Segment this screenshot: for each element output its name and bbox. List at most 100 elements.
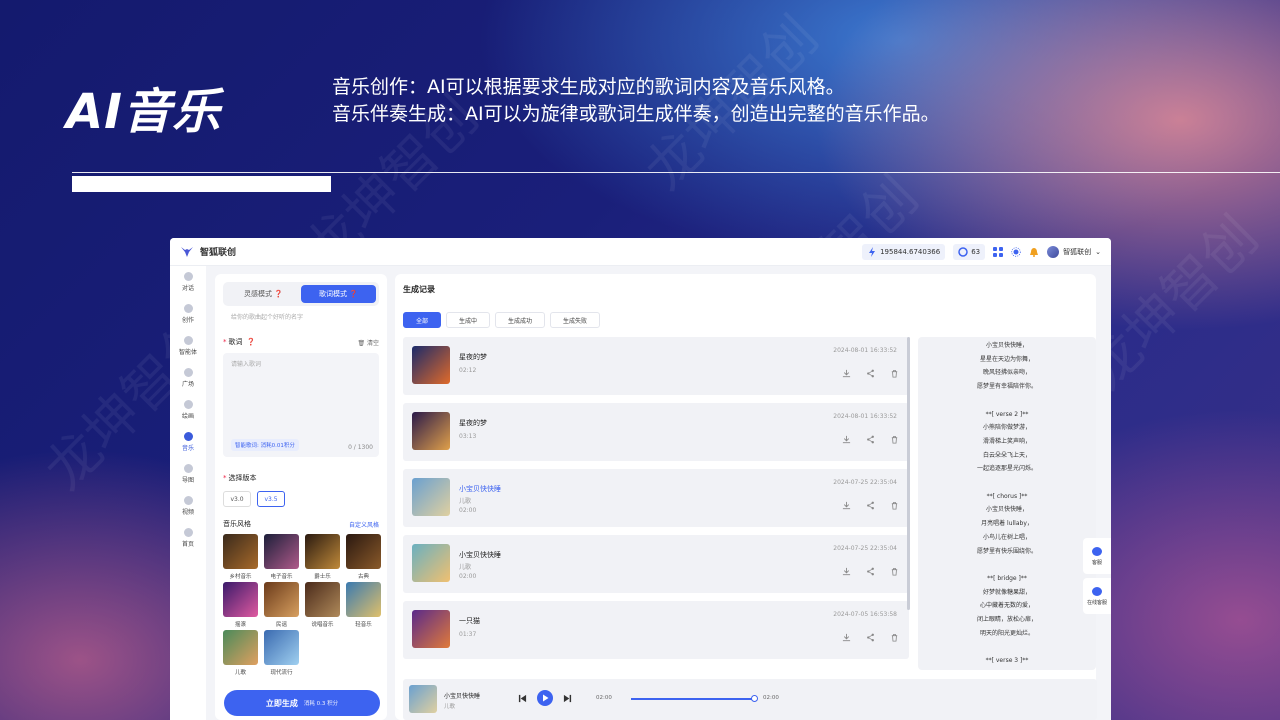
version-v30-button[interactable]: v3.0 xyxy=(223,491,251,507)
record-title: 小宝贝快快睡 xyxy=(459,485,501,493)
records-panel: 生成记录 全部 生成中 生成成功 生成失败 星夜的梦 02:12 2024-08-01 1… xyxy=(395,274,1097,720)
record-item[interactable]: 星夜的梦 03:13 2024-08-01 16:33:52 xyxy=(403,403,909,461)
share-icon[interactable] xyxy=(866,501,875,510)
online-service-button[interactable]: 在线客服 xyxy=(1083,578,1111,614)
sidebar-item-label: 广场 xyxy=(181,381,194,388)
custom-style-link[interactable]: 自定义风格 xyxy=(349,520,379,529)
lyric-line: **[ bridge ]** xyxy=(987,574,1027,582)
sidebar-item-4[interactable]: 绘画 xyxy=(170,394,206,426)
style-option[interactable]: 儿歌 xyxy=(223,630,258,676)
style-thumbnail xyxy=(223,534,258,569)
progress-bar[interactable] xyxy=(631,698,753,700)
record-duration: 01:37 xyxy=(459,631,477,638)
service-label: 客服 xyxy=(1091,559,1102,566)
help-icon: ❓ xyxy=(274,290,283,298)
trash-icon[interactable] xyxy=(890,633,899,642)
lyrics-display: 小宝贝快快睡， 星星在天边为你舞， 晚风轻拂似亲吻， 愿梦里有幸福陪伴你。 **[ v… xyxy=(918,337,1096,670)
sidebar-item-8[interactable]: 首页 xyxy=(170,522,206,554)
theme-sun-icon[interactable] xyxy=(1011,246,1021,257)
points-badge[interactable]: 195844.6740366 xyxy=(862,243,946,260)
sidebar-item-6[interactable]: 导图 xyxy=(170,458,206,490)
sidebar-item-7[interactable]: 视频 xyxy=(170,490,206,522)
download-icon[interactable] xyxy=(842,633,851,642)
tab-label: 灵感模式 xyxy=(244,290,273,298)
share-icon[interactable] xyxy=(866,567,875,576)
previous-icon[interactable] xyxy=(518,694,527,703)
style-label: 现代流行 xyxy=(270,670,293,676)
song-name-input[interactable]: 给你的歌曲起个好听的名字 xyxy=(231,312,379,321)
lyric-line: 滑滑梯上笑声响， xyxy=(982,437,1031,445)
filter-tab[interactable]: 生成成功 xyxy=(495,312,546,328)
grid-icon xyxy=(183,368,193,377)
download-icon[interactable] xyxy=(842,435,851,444)
user-name: 智狐联创 xyxy=(1063,247,1092,256)
sidebar-item-5[interactable]: 音乐 xyxy=(170,426,206,458)
lyric-line: 愿梦里有幸福陪伴你。 xyxy=(976,383,1037,391)
filter-tab[interactable]: 生成失败 xyxy=(550,312,601,328)
version-v35-button[interactable]: v3.5 xyxy=(257,491,285,507)
record-duration: 02:12 xyxy=(459,367,477,374)
filter-tab[interactable]: 全部 xyxy=(403,312,442,328)
style-label: 音乐风格 xyxy=(223,520,251,528)
style-label: 电子音乐 xyxy=(270,574,293,580)
style-option[interactable]: 古典 xyxy=(346,534,381,580)
share-icon[interactable] xyxy=(866,633,875,642)
share-icon[interactable] xyxy=(866,435,875,444)
download-icon[interactable] xyxy=(842,369,851,378)
record-item[interactable]: 星夜的梦 02:12 2024-08-01 16:33:52 xyxy=(403,337,909,395)
style-label: 乡村音乐 xyxy=(229,574,252,580)
record-item[interactable]: 小宝贝快快睡 儿歌 02:00 2024-07-25 22:35:04 xyxy=(403,469,909,527)
share-icon[interactable] xyxy=(866,369,875,378)
trash-icon[interactable] xyxy=(890,369,899,378)
generate-button[interactable]: 立即生成 消耗 0.3 积分 xyxy=(224,690,380,716)
avatar xyxy=(1047,245,1060,258)
record-list-scrollbar[interactable] xyxy=(907,337,910,610)
smart-lyrics-button[interactable]: 智能歌词: 消耗0.01积分 xyxy=(231,439,299,451)
app-name: 智狐联创 xyxy=(200,248,237,258)
trash-icon[interactable] xyxy=(890,435,899,444)
sidebar-item-0[interactable]: 对话 xyxy=(170,266,206,298)
trash-icon[interactable] xyxy=(890,567,899,576)
style-option[interactable]: 电子音乐 xyxy=(264,534,299,580)
generate-label: 立即生成 xyxy=(265,698,298,708)
clear-button[interactable]: 🗑 清空 xyxy=(357,338,379,347)
style-option[interactable]: 乡村音乐 xyxy=(223,534,258,580)
bell-icon[interactable] xyxy=(1029,247,1039,257)
style-option[interactable]: 轻音乐 xyxy=(346,582,381,628)
lyric-line: 明天的阳光更灿烂。 xyxy=(979,629,1034,637)
next-icon[interactable] xyxy=(563,694,572,703)
style-option[interactable]: 民谣 xyxy=(264,582,299,628)
sidebar-item-2[interactable]: 智能体 xyxy=(170,330,206,362)
lyrics-textarea[interactable]: 请输入歌词 智能歌词: 消耗0.01积分 0 / 1300 xyxy=(223,353,379,457)
filter-tab[interactable]: 生成中 xyxy=(446,312,491,328)
user-menu[interactable]: 智狐联创 ⌄ xyxy=(1047,245,1101,258)
style-option[interactable]: 说唱音乐 xyxy=(305,582,340,628)
lyric-line: **[ chorus ]** xyxy=(986,492,1028,500)
record-item[interactable]: 一只猫 01:37 2024-07-05 16:53:58 xyxy=(403,601,909,659)
record-item[interactable]: 小宝贝快快睡 儿歌 02:00 2024-07-25 22:35:04 xyxy=(403,535,909,593)
style-option[interactable]: 爵士乐 xyxy=(305,534,340,580)
coins-value: 63 xyxy=(971,247,981,256)
record-cover xyxy=(412,544,450,582)
sidebar-item-1[interactable]: 创作 xyxy=(170,298,206,330)
sidebar-item-3[interactable]: 广场 xyxy=(170,362,206,394)
style-option[interactable]: 现代流行 xyxy=(264,630,299,676)
download-icon[interactable] xyxy=(842,501,851,510)
apps-icon[interactable] xyxy=(993,246,1004,257)
tab-lyrics-mode[interactable]: 歌词模式 ❓ xyxy=(301,285,376,303)
hero-desc-line-2: 音乐伴奏生成：AI可以为旋律或歌词生成伴奏，创造出完整的音乐作品。 xyxy=(332,103,940,125)
coins-badge[interactable]: 63 xyxy=(953,243,986,260)
sidebar-item-label: 智能体 xyxy=(178,349,197,356)
trash-icon[interactable] xyxy=(890,501,899,510)
download-icon[interactable] xyxy=(842,567,851,576)
lyric-line xyxy=(918,558,1096,572)
record-time: 2024-07-25 22:35:04 xyxy=(833,479,897,486)
play-button[interactable] xyxy=(537,690,553,706)
service-button[interactable]: 客服 xyxy=(1083,538,1111,574)
tab-inspire-mode[interactable]: 灵感模式 ❓ xyxy=(226,285,301,303)
app-logo[interactable]: 智狐联创 xyxy=(180,245,236,259)
player-cover xyxy=(409,685,437,713)
progress-handle[interactable] xyxy=(751,695,758,702)
style-option[interactable]: 摇滚 xyxy=(223,582,258,628)
sidebar-item-label: 绘画 xyxy=(181,413,194,420)
